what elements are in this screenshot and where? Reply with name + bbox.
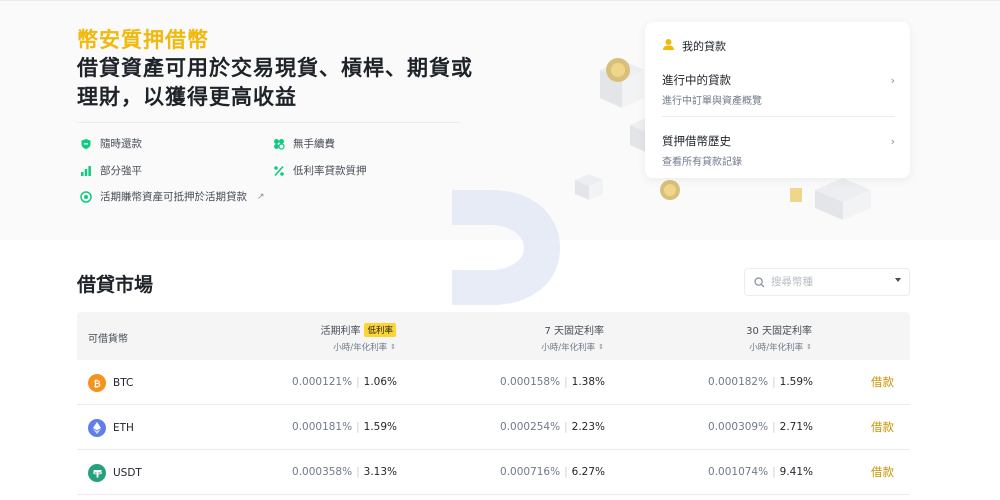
feature-label: 無手續費 — [293, 138, 335, 150]
feature-label: 部分強平 — [100, 165, 142, 177]
col-flexible-label: 活期利率 — [320, 326, 361, 337]
coin-symbol: ETH — [113, 422, 134, 434]
active-loans-subtitle: 進行中訂單與資產概覽 — [662, 96, 762, 107]
annual-rate: 1.59% — [363, 421, 397, 433]
col-flexible[interactable]: 活期利率 低利率 小時/年化利率 ⇕ — [277, 322, 396, 353]
active-loans-link[interactable]: 進行中的貸款 進行中訂單與資產概覽 › — [662, 72, 895, 107]
active-loans-title: 進行中的貸款 — [662, 73, 731, 87]
search-icon — [754, 273, 765, 292]
my-loans-card: 我的貸款 進行中的貸款 進行中訂單與資產概覽 › 質押借幣歷史 查看所有貸款記錄… — [645, 22, 910, 178]
flexible-rate: 0.000121% | 1.06% — [292, 376, 397, 388]
btc-icon: ₿ — [88, 374, 106, 392]
col-7day-label: 7 天固定利率 — [544, 326, 604, 337]
annual-rate: 1.38% — [571, 376, 605, 388]
borrow-button[interactable]: 借款 — [871, 464, 894, 480]
feature-partial-liquidation: 部分強平 — [80, 163, 142, 178]
annual-rate: 2.23% — [571, 421, 605, 433]
chevron-down-icon[interactable] — [895, 278, 901, 282]
col-7day-sub: 小時/年化利率 — [541, 343, 596, 353]
7day-rate: 0.000158% | 1.38% — [500, 376, 605, 388]
flexible-rate: 0.000358% | 3.13% — [292, 466, 397, 478]
sort-icon[interactable]: ⇕ — [806, 343, 812, 351]
watermark-logo — [452, 190, 560, 305]
flexible-rate: 0.000181% | 1.59% — [292, 421, 397, 433]
low-rate-badge: 低利率 — [364, 322, 396, 337]
feature-label: 低利率貸款質押 — [293, 165, 367, 177]
shield-icon — [80, 138, 92, 150]
feature-label: 活期賺幣資產可抵押於活期貸款 — [100, 191, 247, 203]
hourly-rate: 0.000254% — [500, 421, 561, 433]
hourly-rate: 0.000158% — [500, 376, 561, 388]
30day-rate: 0.000182% | 1.59% — [708, 376, 813, 388]
30day-rate: 0.000309% | 2.71% — [708, 421, 813, 433]
hourly-rate: 0.000182% — [708, 376, 769, 388]
loan-history-title: 質押借幣歷史 — [662, 134, 731, 148]
hourly-rate: 0.000181% — [292, 421, 353, 433]
feature-label: 隨時還款 — [100, 138, 142, 150]
annual-rate: 6.27% — [571, 466, 605, 478]
chevron-right-icon: › — [890, 135, 895, 148]
usdt-icon — [88, 464, 106, 482]
table-row: ₿ BTC 0.000121% | 1.06% 0.000158% | 1.38% 0.… — [77, 360, 910, 405]
hourly-rate: 0.000358% — [292, 466, 353, 478]
coin-search[interactable] — [744, 268, 910, 296]
annual-rate: 1.06% — [363, 376, 397, 388]
table-row: USDT 0.000358% | 3.13% 0.000716% | 6.27% 0.0… — [77, 450, 910, 495]
external-link-icon: ↗ — [257, 191, 265, 202]
coin-cell: ETH — [88, 419, 134, 437]
hourly-rate: 0.001074% — [708, 466, 769, 478]
page-title: 幣安質押借幣 — [77, 28, 209, 52]
col-30day-label: 30 天固定利率 — [746, 326, 812, 337]
sort-icon[interactable]: ⇕ — [390, 343, 396, 351]
col-30day[interactable]: 30 天固定利率 小時/年化利率 ⇕ — [697, 322, 812, 353]
coin-symbol: USDT — [113, 467, 142, 479]
feature-low-interest: 低利率貸款質押 — [273, 163, 367, 178]
coin-cell: USDT — [88, 464, 142, 482]
annual-rate: 1.59% — [779, 376, 813, 388]
annual-rate: 3.13% — [363, 466, 397, 478]
top-border — [0, 0, 1000, 1]
chevron-right-icon: › — [890, 74, 895, 87]
hero-divider — [77, 122, 460, 123]
coin-symbol: BTC — [113, 377, 134, 389]
table-row: ETH 0.000181% | 1.59% 0.000254% | 2.23% 0.00… — [77, 405, 910, 450]
sort-icon[interactable]: ⇕ — [598, 343, 604, 351]
loan-history-link[interactable]: 質押借幣歷史 查看所有貸款記錄 › — [662, 133, 895, 168]
card-divider — [662, 116, 895, 117]
feature-no-fee: 無手續費 — [273, 136, 335, 151]
percent-icon — [273, 165, 285, 177]
feature-flexible-collateral[interactable]: 活期賺幣資產可抵押於活期貸款 ↗ — [80, 189, 265, 204]
eth-icon — [88, 419, 106, 437]
loan-history-subtitle: 查看所有貸款記錄 — [662, 157, 742, 168]
bars-icon — [80, 165, 92, 177]
hourly-rate: 0.000121% — [292, 376, 353, 388]
borrow-button[interactable]: 借款 — [871, 374, 894, 390]
my-loans-title: 我的貸款 — [682, 40, 726, 53]
col-7day[interactable]: 7 天固定利率 小時/年化利率 ⇕ — [497, 322, 604, 353]
7day-rate: 0.000254% | 2.23% — [500, 421, 605, 433]
col-coin: 可借貨幣 — [88, 334, 128, 345]
hero-headline: 借貸資產可用於交易現貨、槓桿、期貨或理財，以獲得更高收益 — [77, 56, 473, 109]
annual-rate: 9.41% — [779, 466, 813, 478]
30day-rate: 0.001074% | 9.41% — [708, 466, 813, 478]
coins-icon — [80, 190, 92, 203]
hourly-rate: 0.000716% — [500, 466, 561, 478]
7day-rate: 0.000716% | 6.27% — [500, 466, 605, 478]
market-title: 借貸市場 — [77, 274, 154, 296]
annual-rate: 2.71% — [779, 421, 813, 433]
table-header: 可借貨幣 活期利率 低利率 小時/年化利率 ⇕ 7 天固定利率 小時/年化利率 … — [77, 312, 910, 360]
feature-anytime-repay: 隨時還款 — [80, 136, 142, 151]
fee-icon — [273, 138, 285, 150]
search-input[interactable] — [771, 276, 891, 288]
my-loans-header: 我的貸款 — [662, 38, 726, 54]
col-30day-sub: 小時/年化利率 — [749, 343, 804, 353]
user-icon — [662, 38, 675, 54]
col-flexible-sub: 小時/年化利率 — [333, 343, 388, 353]
coin-cell: ₿ BTC — [88, 374, 133, 392]
svg-text:₿: ₿ — [93, 379, 100, 389]
hourly-rate: 0.000309% — [708, 421, 769, 433]
borrow-button[interactable]: 借款 — [871, 419, 894, 435]
